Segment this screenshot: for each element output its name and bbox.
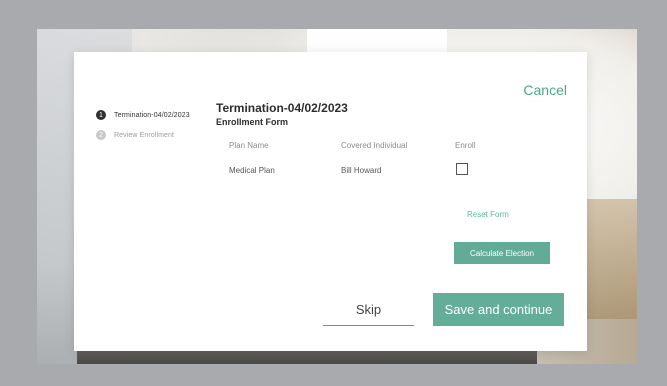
covered-individual-cell: Bill Howard	[341, 166, 382, 175]
column-header-covered-individual: Covered Individual	[341, 141, 408, 150]
cancel-link[interactable]: Cancel	[523, 82, 567, 98]
step-2-indicator: 2	[96, 130, 106, 140]
step-label: Review Enrollment	[114, 131, 175, 139]
step-1-indicator: 1	[96, 110, 106, 120]
plan-name-cell: Medical Plan	[229, 166, 275, 175]
form-subtitle: Enrollment Form	[216, 117, 289, 127]
step-label: Termination-04/02/2023	[114, 111, 190, 119]
skip-button[interactable]: Skip	[323, 293, 414, 326]
column-header-plan-name: Plan Name	[229, 141, 269, 150]
form-title: Termination-04/02/2023	[216, 101, 348, 115]
column-header-enroll: Enroll	[455, 141, 476, 150]
stepper: 1 Termination-04/02/2023 2 Review Enroll…	[96, 106, 190, 146]
save-and-continue-button[interactable]: Save and continue	[433, 293, 564, 326]
enrollment-modal: Cancel 1 Termination-04/02/2023 2 Review…	[74, 52, 587, 351]
enroll-checkbox[interactable]	[456, 163, 468, 175]
calculate-election-button[interactable]: Calculate Election	[454, 242, 550, 264]
reset-form-link[interactable]: Reset Form	[467, 210, 509, 219]
step-review-enrollment[interactable]: 2 Review Enrollment	[96, 126, 190, 144]
step-termination[interactable]: 1 Termination-04/02/2023	[96, 106, 190, 124]
